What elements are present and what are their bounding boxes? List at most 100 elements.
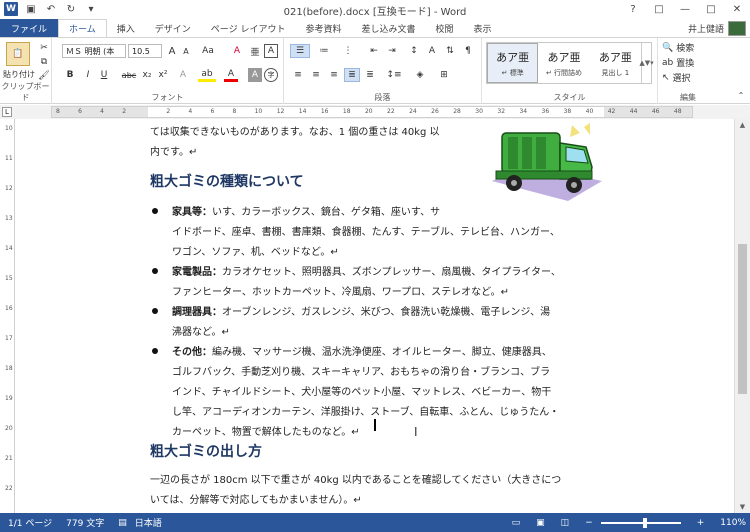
tab-review[interactable]: 校閲	[426, 19, 464, 37]
strikethrough-button[interactable]: abc	[120, 68, 138, 82]
list-item-line[interactable]: し竿、アコーディオンカーテン、洋服掛け、ストーブ、自転車、ふとん、じゅうたん・	[172, 403, 559, 418]
body-line-1[interactable]: ては収集できないものがあります。なお、1 個の重さは 40kg 以	[150, 123, 440, 138]
italic-button[interactable]: I	[82, 68, 94, 82]
font-name-combo[interactable]: ＭＳ 明朝 (本	[62, 44, 126, 58]
web-layout-icon[interactable]: ◫	[561, 518, 570, 528]
body-para-1[interactable]: 一辺の長さが 180cm 以下で重さが 40kg 以内であることを確認してくださ…	[150, 471, 561, 486]
print-layout-icon[interactable]: ▣	[536, 518, 545, 528]
shrink-font-icon[interactable]: A	[180, 44, 192, 58]
character-shading-icon[interactable]: A	[248, 68, 262, 82]
distributed-icon[interactable]: ≣	[362, 68, 378, 82]
list-item-line[interactable]: カーペット、物置で解体したものなど。↵	[172, 423, 360, 438]
highlight-icon[interactable]: ab	[198, 68, 216, 82]
cut-icon[interactable]: ✂	[38, 42, 50, 54]
zoom-slider[interactable]	[600, 517, 681, 528]
tab-references[interactable]: 参考資料	[295, 19, 351, 37]
list-item-line[interactable]: ゴルフバック、手動芝刈り機、スキーキャリア、おもちゃの滑り台・ブランコ、ブラ	[172, 363, 550, 378]
page-count[interactable]: 1/1 ページ	[8, 516, 52, 529]
zoom-in-icon[interactable]: +	[697, 518, 705, 528]
style-heading1[interactable]: あア亜 見出し 1	[590, 43, 641, 83]
tab-home[interactable]: ホーム	[58, 19, 107, 37]
bold-button[interactable]: B	[64, 68, 76, 82]
user-account[interactable]: 井上健語	[688, 19, 750, 37]
list-item-line[interactable]: その他：編み機、マッサージ機、温水洗浄便座、オイルヒーター、脚立、健康器具、	[172, 343, 552, 358]
scroll-down-icon[interactable]: ▼	[735, 501, 750, 513]
borders-icon[interactable]: ⊞	[434, 68, 454, 82]
decrease-indent-icon[interactable]: ⇤	[366, 44, 382, 58]
line-spacing-icon[interactable]: ↕≡	[384, 68, 404, 82]
word-count[interactable]: 779 文字	[66, 516, 104, 529]
list-item-line[interactable]: ファンヒーター、ホットカーペット、冷風扇、ワープロ、ステレオなど。↵	[172, 283, 509, 298]
underline-button[interactable]: U	[98, 68, 110, 82]
scroll-thumb[interactable]	[738, 244, 747, 394]
list-item-line[interactable]: インド、チャイルドシート、犬小屋等のペット小屋、マットレス、ベビーカー、物干	[172, 383, 551, 398]
collapse-ribbon-icon[interactable]: ⌃	[736, 90, 746, 100]
ribbon-display-options-icon[interactable]: □	[646, 0, 672, 18]
body-line-2[interactable]: 内です。↵	[150, 143, 197, 158]
document-area[interactable]: ては収集できないものがあります。なお、1 個の重さは 40kg 以 内です。↵ …	[16, 119, 734, 513]
font-color-icon[interactable]: A	[224, 68, 238, 82]
scroll-up-icon[interactable]: ▲	[735, 119, 750, 131]
language[interactable]: 日本語	[135, 516, 162, 529]
tab-insert[interactable]: 挿入	[107, 19, 145, 37]
bullets-icon[interactable]: ☰	[290, 44, 310, 58]
proofing-icon[interactable]: ▤	[118, 518, 127, 528]
heading-types[interactable]: 粗大ゴミの種類について	[150, 171, 304, 191]
multilevel-list-icon[interactable]: ⋮	[338, 44, 358, 58]
align-right-icon[interactable]: ≡	[326, 68, 342, 82]
list-item-line[interactable]: 家具等：いす、カラーボックス、鏡台、ゲタ箱、座いす、サ	[172, 203, 440, 218]
numbering-icon[interactable]: ≔	[314, 44, 334, 58]
shading-icon[interactable]: ◈	[410, 68, 430, 82]
subscript-button[interactable]: x₂	[140, 68, 154, 82]
maximize-button[interactable]: □	[698, 0, 724, 18]
tab-page-layout[interactable]: ページ レイアウト	[201, 19, 296, 37]
enclose-characters-icon[interactable]: 字	[264, 68, 278, 82]
find-button[interactable]: 🔍 検索	[662, 41, 716, 55]
close-button[interactable]: ✕	[724, 0, 750, 18]
list-item-line[interactable]: イドボード、座卓、書棚、書庫類、食器棚、たんす、テーブル、テレビ台、ハンガー、	[172, 223, 560, 238]
phonetic-guide-icon[interactable]: 亜	[248, 44, 262, 58]
text-effects-icon[interactable]: A	[176, 68, 190, 82]
body-para-2[interactable]: いては、分解等で対応してもかまいません）。↵	[150, 491, 362, 506]
zoom-level[interactable]: 110%	[720, 518, 746, 528]
justify-icon[interactable]: ≣	[344, 68, 360, 82]
minimize-button[interactable]: —	[672, 0, 698, 18]
font-size-combo[interactable]: 10.5	[128, 44, 162, 58]
heading-how-to[interactable]: 粗大ゴミの出し方	[150, 441, 262, 461]
vertical-scrollbar[interactable]: ▲ ▼	[734, 119, 750, 513]
increase-indent-icon[interactable]: ⇥	[384, 44, 400, 58]
help-icon[interactable]: ?	[620, 0, 646, 18]
paste-icon[interactable]: 📋	[6, 42, 30, 66]
superscript-button[interactable]: x²	[156, 68, 170, 82]
paste-button[interactable]: 貼り付け	[2, 68, 36, 80]
style-no-spacing[interactable]: あア亜 ↵ 行間詰め	[538, 43, 589, 83]
tab-design[interactable]: デザイン	[145, 19, 201, 37]
asian-layout-icon[interactable]: A	[424, 44, 440, 58]
read-mode-icon[interactable]: ▭	[512, 518, 521, 528]
show-marks-icon[interactable]: ¶	[460, 44, 476, 58]
replace-button[interactable]: ab 置換	[662, 56, 716, 70]
list-item-line[interactable]: 調理器具：オーブンレンジ、ガスレンジ、米びつ、食器洗い乾燥機、電子レンジ、湯	[172, 303, 550, 318]
copy-icon[interactable]: ⧉	[38, 56, 50, 68]
character-border-icon[interactable]: A	[264, 44, 278, 58]
text-direction-icon[interactable]: ↕	[406, 44, 422, 58]
sort-icon[interactable]: ⇅	[442, 44, 458, 58]
list-item-line[interactable]: 沸器など。↵	[172, 323, 230, 338]
list-item-line[interactable]: ワゴン、ソファ、机、ベッドなど。↵	[172, 243, 339, 258]
list-item-line[interactable]: 家電製品：カラオケセット、照明器具、ズボンプレッサー、扇風機、タイプライター、	[172, 263, 561, 278]
tab-file[interactable]: ファイル	[0, 19, 59, 37]
tab-view[interactable]: 表示	[464, 19, 502, 37]
styles-scroll[interactable]: ▲▼▾	[639, 43, 654, 83]
align-left-icon[interactable]: ≡	[290, 68, 306, 82]
tab-mailings[interactable]: 差し込み文書	[351, 19, 425, 37]
style-normal[interactable]: あア亜 ↵ 標準	[487, 43, 539, 83]
zoom-out-icon[interactable]: −	[585, 518, 593, 528]
align-center-icon[interactable]: ≡	[308, 68, 324, 82]
select-button[interactable]: ↖ 選択	[662, 71, 716, 85]
tab-selector[interactable]: L	[2, 107, 12, 117]
horizontal-ruler[interactable]: 8 6 4 2 2 4 6 8 10 12 14 16 18 20 22 24 26 28 30 32 34 36 38 40…	[51, 106, 693, 118]
zoom-knob[interactable]	[642, 517, 647, 528]
clear-formatting-icon[interactable]: A	[230, 44, 244, 58]
grow-font-icon[interactable]: A	[166, 44, 178, 58]
change-case-icon[interactable]: Aa	[198, 44, 218, 58]
